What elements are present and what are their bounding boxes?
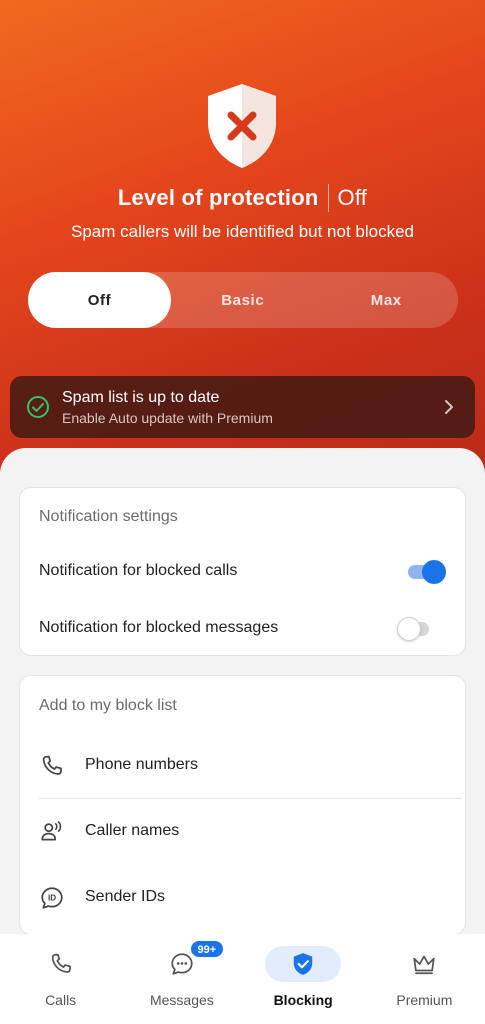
protection-title-label: Level of protection: [117, 185, 319, 210]
phone-icon: [42, 755, 62, 775]
shield-cross-icon: [208, 84, 276, 168]
protection-title: Level of protection Off: [0, 184, 485, 212]
person-voice-icon: [41, 821, 62, 841]
nav-messages[interactable]: 99+ Messages: [121, 934, 242, 1024]
phone-icon: [51, 953, 71, 973]
block-list-item-caller-names[interactable]: Caller names: [85, 822, 179, 840]
spam-banner-title: Spam list is up to date: [62, 388, 220, 406]
level-max-button[interactable]: Max: [315, 272, 459, 328]
nav-premium[interactable]: Premium: [364, 934, 485, 1024]
level-basic-button[interactable]: Basic: [171, 272, 315, 328]
nav-premium-label: Premium: [396, 992, 453, 1008]
nav-calls-label: Calls: [45, 992, 77, 1008]
chevron-right-icon: [445, 400, 453, 414]
notification-settings-title: Notification settings: [39, 508, 178, 525]
nav-blocking[interactable]: Blocking: [243, 934, 364, 1024]
nav-calls-icon-wrap: [23, 946, 99, 982]
protection-status: Off: [337, 185, 368, 210]
sender-id-icon: ID: [41, 887, 63, 909]
check-circle-icon: [27, 396, 49, 418]
nav-messages-label: Messages: [149, 992, 214, 1008]
toggle-knob: [397, 617, 421, 641]
messages-badge: 99+: [189, 940, 224, 958]
level-off-button[interactable]: Off: [28, 272, 171, 328]
shield-check-icon: [293, 953, 313, 975]
svg-text:ID: ID: [48, 894, 56, 903]
spam-banner-texts: Spam list is up to date Enable Auto upda…: [62, 389, 437, 426]
block-list-item-phone-numbers[interactable]: Phone numbers: [85, 756, 198, 774]
crown-icon: [413, 955, 435, 975]
nav-blocking-icon-wrap: [265, 946, 342, 982]
nav-calls[interactable]: Calls: [0, 934, 121, 1024]
blocked-calls-toggle[interactable]: [406, 560, 446, 584]
block-list-card: Add to my block list Phone numbers Calle…: [19, 675, 466, 935]
spam-banner-subtitle: Enable Auto update with Premium: [62, 409, 273, 426]
blocked-calls-label: Notification for blocked calls: [39, 562, 238, 579]
protection-level-selector: Off Basic Max: [28, 272, 458, 328]
nav-blocking-label: Blocking: [273, 992, 333, 1008]
blocked-messages-label: Notification for blocked messages: [39, 619, 279, 636]
toggle-knob: [422, 560, 446, 584]
notification-settings-card: Notification settings Notification for b…: [19, 487, 466, 656]
nav-premium-icon-wrap: [386, 946, 462, 982]
block-list-title: Add to my block list: [39, 697, 177, 714]
message-icon: [171, 953, 193, 975]
blocked-messages-toggle[interactable]: [397, 617, 437, 641]
divider: [39, 798, 462, 799]
protection-subtitle: Spam callers will be identified but not …: [70, 222, 415, 241]
bottom-navigation: Calls 99+ Messages Blocking Premium: [0, 934, 485, 1024]
nav-messages-icon-wrap: 99+: [144, 940, 224, 982]
protection-hero: [0, 0, 485, 520]
spam-list-banner[interactable]: Spam list is up to date Enable Auto upda…: [10, 376, 475, 438]
block-list-item-sender-ids[interactable]: Sender IDs: [85, 888, 165, 906]
title-separator: [327, 184, 329, 212]
